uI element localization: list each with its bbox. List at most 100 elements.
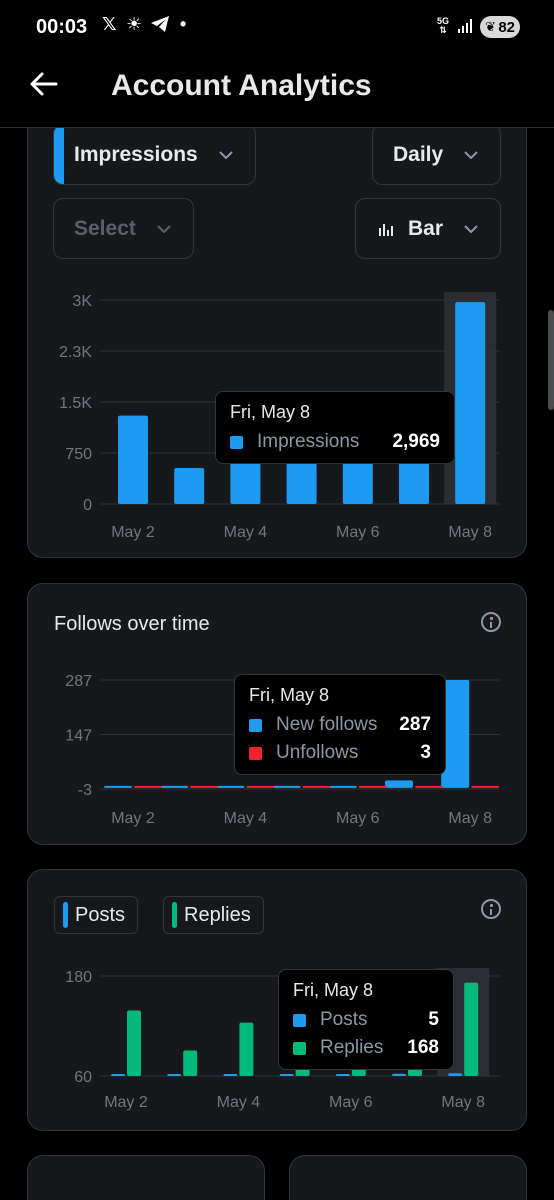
chart-type-label: Bar xyxy=(408,216,444,240)
tooltip-row: Replies 168 xyxy=(293,1037,439,1059)
x-tick-label: May 8 xyxy=(441,1094,485,1111)
tooltip-label: Posts xyxy=(320,1009,368,1030)
chevron-down-icon xyxy=(464,150,478,159)
notification-dot-icon: • xyxy=(180,14,187,34)
impressions-swatch xyxy=(230,435,243,449)
bar xyxy=(118,415,148,504)
tooltip-value: 5 xyxy=(428,1009,439,1030)
battery-indicator: ❦ 82 xyxy=(480,16,520,38)
bar xyxy=(455,302,486,504)
bar xyxy=(342,463,373,504)
posts-tooltip: Fri, May 8 Posts 5 Replies 168 xyxy=(278,969,454,1070)
bar xyxy=(392,1073,406,1076)
bar xyxy=(111,1074,125,1076)
tooltip-value: 3 xyxy=(420,742,431,763)
x-tick-label: May 8 xyxy=(448,524,492,541)
bar xyxy=(246,785,275,788)
tooltip-date: Fri, May 8 xyxy=(249,685,330,705)
x-tick-label: May 2 xyxy=(111,524,155,541)
compare-dropdown[interactable]: Select xyxy=(53,198,194,259)
bar xyxy=(239,1022,254,1076)
bar xyxy=(328,785,357,788)
bar xyxy=(385,780,413,788)
x-tick-label: May 8 xyxy=(448,810,492,827)
bar xyxy=(190,785,219,788)
tooltip-label: Impressions xyxy=(257,431,360,452)
bar xyxy=(174,467,205,504)
y-tick-label: 180 xyxy=(65,969,92,986)
replies-toggle[interactable]: Replies xyxy=(163,896,264,934)
metric-color-bar xyxy=(54,125,64,184)
page-title: Account Analytics xyxy=(111,69,372,102)
network-5g-icon: 5G ⇅ xyxy=(437,16,450,35)
tooltip-label: New follows xyxy=(276,714,378,735)
bar xyxy=(183,1050,198,1076)
chevron-down-icon xyxy=(157,224,171,233)
stat-card xyxy=(289,1155,527,1200)
back-arrow-icon[interactable] xyxy=(28,68,60,100)
posts-toggle[interactable]: Posts xyxy=(54,896,139,934)
y-tick-label: 2.3K xyxy=(59,344,92,361)
bar xyxy=(471,785,500,788)
y-tick-label: 1.5K xyxy=(59,395,92,412)
posts-color-bar xyxy=(63,902,68,928)
posts-card: Posts Replies 180 60 May 2 May 4 May 6 May 8 … xyxy=(27,869,527,1131)
tooltip-value: 2,969 xyxy=(392,431,440,452)
x-tick-label: May 6 xyxy=(329,1094,373,1111)
tooltip-row: Unfollows 3 xyxy=(249,742,431,764)
follows-tooltip: Fri, May 8 New follows 287 Unfollows 3 xyxy=(234,674,446,775)
chevron-down-icon xyxy=(464,224,478,233)
bar xyxy=(286,463,317,504)
chart-type-dropdown[interactable]: Bar xyxy=(355,198,501,259)
tooltip-date: Fri, May 8 xyxy=(230,402,311,422)
signal-icon xyxy=(458,19,472,33)
status-bar: 00:03 𝕏 ☀ • 5G ⇅ ❦ 82 xyxy=(0,0,554,56)
bar xyxy=(230,463,261,504)
replies-swatch xyxy=(293,1041,306,1055)
bar xyxy=(279,1074,294,1076)
follows-title: Follows over time xyxy=(54,613,210,635)
bar xyxy=(134,785,162,788)
metric-dropdown[interactable]: Impressions xyxy=(53,124,256,185)
x-icon: 𝕏 xyxy=(102,14,117,34)
scrollbar[interactable] xyxy=(548,310,554,410)
tooltip-value: 287 xyxy=(399,714,431,735)
new-follows-swatch xyxy=(249,718,262,732)
x-tick-label: May 6 xyxy=(336,810,380,827)
info-icon[interactable] xyxy=(481,612,501,632)
tooltip-label: Replies xyxy=(320,1037,384,1058)
tooltip-value: 168 xyxy=(407,1037,439,1058)
telegram-icon xyxy=(150,15,170,38)
y-tick-label: 147 xyxy=(65,728,92,745)
bar xyxy=(223,1074,238,1076)
status-time: 00:03 xyxy=(36,16,88,38)
info-icon[interactable] xyxy=(481,899,501,919)
interval-dropdown[interactable]: Daily xyxy=(372,124,501,185)
tooltip-row: Impressions 2,969 xyxy=(230,431,440,453)
impressions-tooltip: Fri, May 8 Impressions 2,969 xyxy=(215,391,455,464)
y-tick-label: 3K xyxy=(72,293,92,310)
y-tick-label: 0 xyxy=(83,497,92,514)
x-tick-label: May 4 xyxy=(224,524,268,541)
metric-label: Impressions xyxy=(74,142,198,166)
battery-level: 82 xyxy=(498,18,515,36)
y-tick-label: 287 xyxy=(65,673,92,690)
bar xyxy=(415,785,443,788)
bar xyxy=(167,1074,182,1076)
follows-card: Follows over time 287 147 -3 May 2 May 4 May … xyxy=(27,583,527,845)
posts-swatch xyxy=(293,1013,306,1027)
unfollows-swatch xyxy=(249,746,262,760)
bar xyxy=(464,982,479,1076)
bar xyxy=(160,785,189,788)
bar xyxy=(448,1073,463,1076)
bar xyxy=(104,785,132,788)
bar xyxy=(358,785,387,788)
y-tick-label: -3 xyxy=(78,782,92,799)
bar-chart-icon xyxy=(379,223,393,236)
replies-toggle-label: Replies xyxy=(184,903,251,926)
replies-color-bar xyxy=(172,902,177,928)
posts-toggle-label: Posts xyxy=(75,903,126,926)
bar xyxy=(272,785,301,788)
interval-label: Daily xyxy=(393,142,444,166)
bar xyxy=(302,785,331,788)
